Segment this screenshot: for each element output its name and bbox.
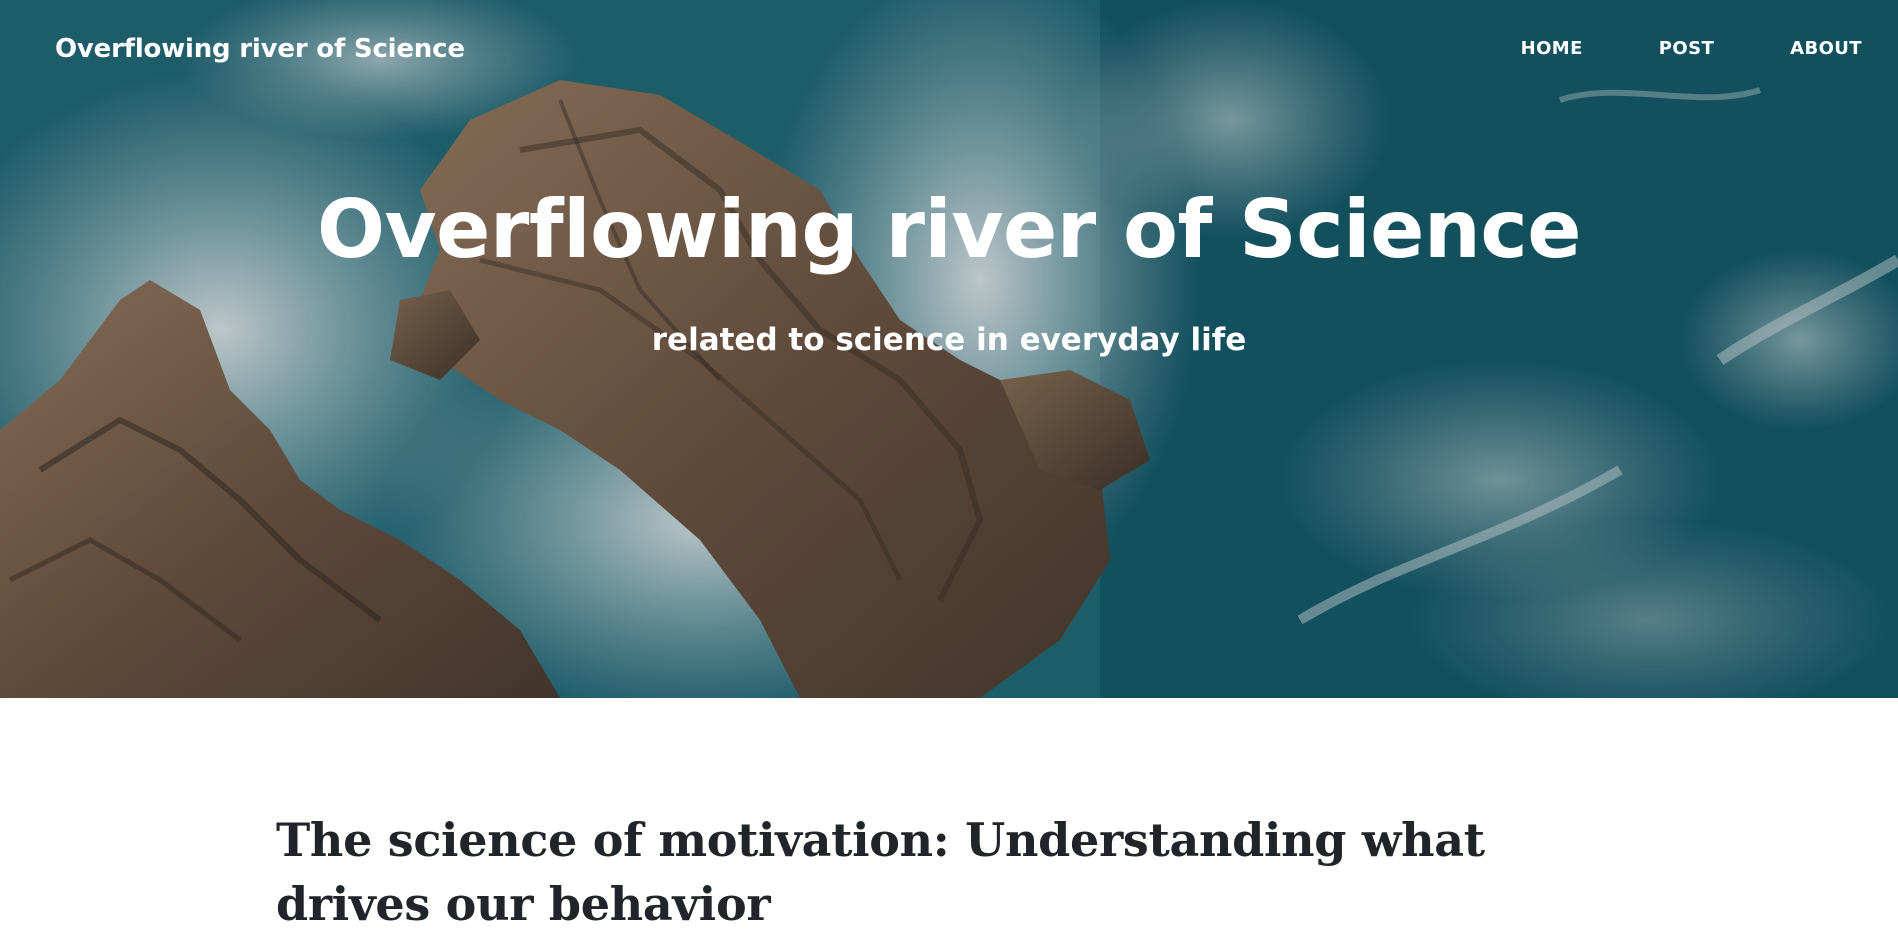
post-preview: The science of motivation: Understanding… bbox=[276, 808, 1606, 936]
nav-link-about[interactable]: ABOUT bbox=[1714, 38, 1862, 59]
page-title: Overflowing river of Science bbox=[316, 183, 1582, 276]
main-navbar: Overflowing river of Science HOME POST A… bbox=[0, 0, 1898, 100]
nav-link-post[interactable]: POST bbox=[1583, 38, 1714, 59]
post-title-link[interactable]: The science of motivation: Understanding… bbox=[276, 808, 1606, 936]
page-subtitle: related to science in everyday life bbox=[651, 322, 1247, 358]
navbar-brand-link[interactable]: Overflowing river of Science bbox=[55, 34, 465, 64]
masthead-hero: Overflowing river of Science HOME POST A… bbox=[0, 0, 1898, 698]
nav-links: HOME POST ABOUT bbox=[1445, 38, 1862, 59]
site-heading: Overflowing river of Science related to … bbox=[0, 180, 1898, 360]
nav-link-home[interactable]: HOME bbox=[1445, 38, 1583, 59]
